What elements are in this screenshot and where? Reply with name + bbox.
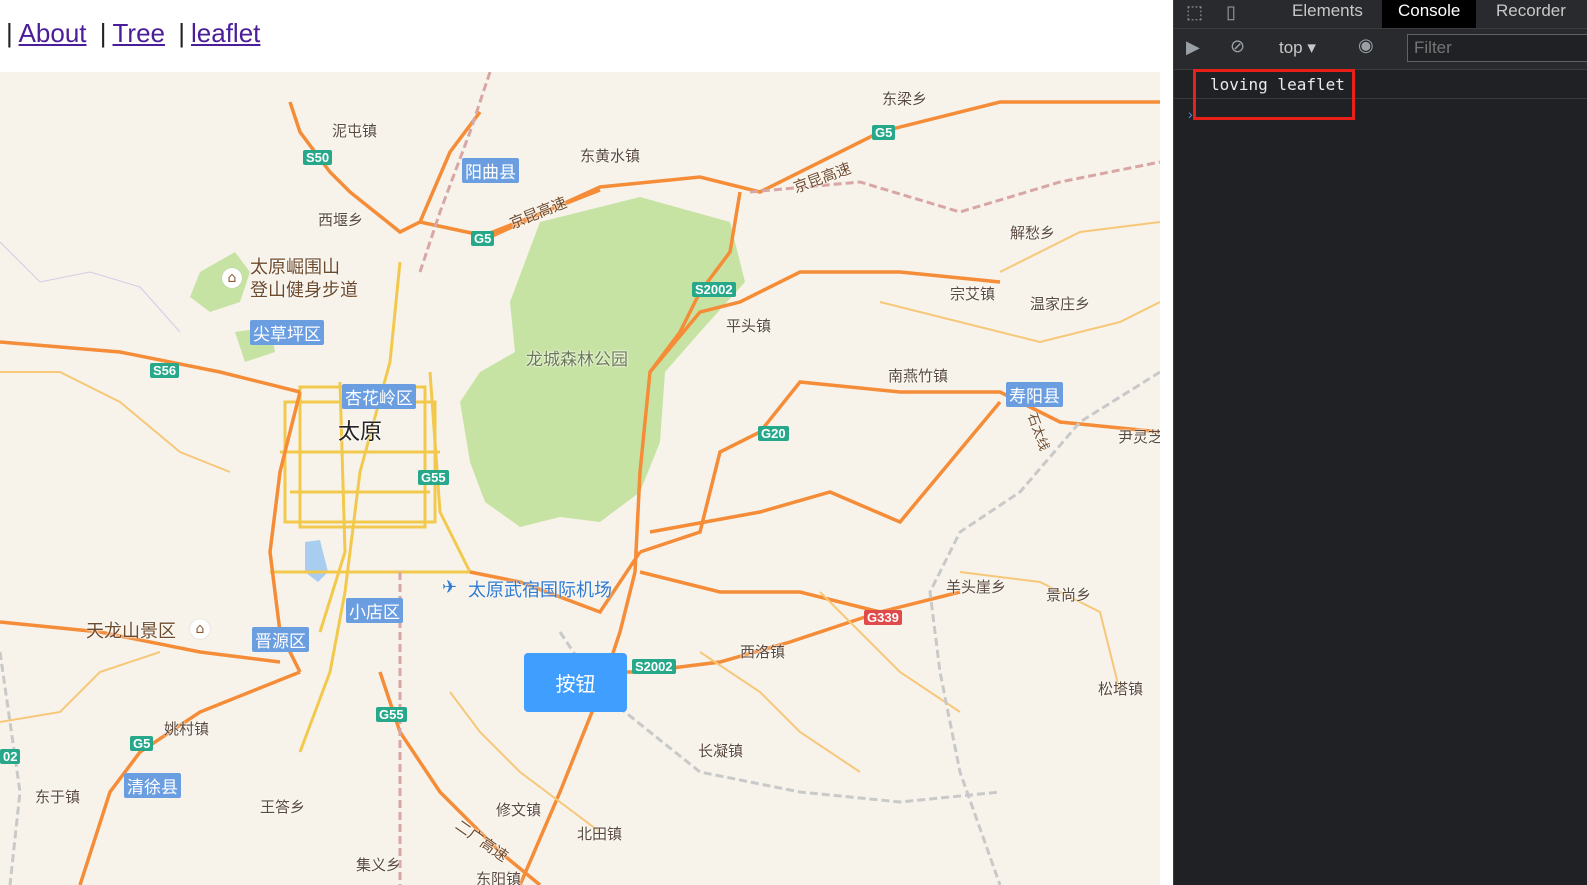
place-label: 西堰乡 [318,211,364,229]
road-shield: 02 [0,749,21,764]
place-label: 南燕竹镇 [888,367,949,385]
road-shield: G55 [376,707,407,722]
poi-label: 登山健身步道 [250,280,358,301]
nav-separator: | [178,18,186,48]
highlight-box [1193,69,1355,120]
devtools-panel: ⬚ ▯ Elements Console Recorder ▶ ⊘ top ▾ … [1173,0,1587,885]
place-label: 王答乡 [260,798,306,816]
nav-separator: | [99,18,107,48]
lodging-icon: ⌂ [190,619,210,639]
airport-label: 太原武宿国际机场 [468,580,612,601]
console-prompt-icon[interactable]: › [1188,106,1193,122]
road-shield: S2002 [632,659,676,674]
leaflet-map[interactable]: 泥屯镇 东黄水镇 东梁乡 西堰乡 解愁乡 宗艾镇 温家庄乡 平头镇 南燕竹镇 尹… [0,72,1160,885]
place-label: 西洛镇 [740,643,786,661]
district-label: 杏花岭区 [342,384,416,409]
console-toolbar: ▶ ⊘ top ▾ ◉ [1174,29,1587,70]
district-label: 清徐县 [124,773,181,798]
place-label: 温家庄乡 [1030,295,1091,313]
district-label: 尖草坪区 [250,320,324,345]
place-label: 长凝镇 [698,742,744,760]
place-label: 东梁乡 [882,90,928,108]
place-label: 泥屯镇 [332,122,378,140]
place-label: 解愁乡 [1010,224,1056,242]
road-shield: G20 [758,426,789,441]
place-label: 羊头崖乡 [946,578,1007,596]
district-label: 小店区 [346,598,403,623]
boundary [0,241,181,333]
road-shield: S50 [303,150,333,165]
map-tiles [0,72,1160,885]
nav-bar: | About | Tree | leaflet [6,18,260,49]
place-label: 宗艾镇 [950,285,996,303]
park-label: 龙城森林公园 [526,350,628,370]
road-shield: G5 [872,125,896,140]
eye-icon[interactable]: ◉ [1358,35,1374,56]
place-label: 集义乡 [356,856,402,874]
context-label: top [1279,38,1303,57]
nav-separator: | [6,18,13,48]
action-button[interactable]: 按钮 [524,653,627,712]
context-selector[interactable]: top ▾ [1279,38,1316,58]
filter-input[interactable] [1407,34,1587,62]
page: | About | Tree | leaflet 泥屯镇 东黄水镇 东梁乡 西堰… [0,0,1173,885]
place-label: 东黄水镇 [580,147,641,165]
city-label: 太原 [338,420,383,445]
nav-link-tree[interactable]: Tree [113,18,166,48]
airplane-icon: ✈ [442,577,458,598]
lake [305,540,328,582]
road-shield: G5 [471,231,495,246]
device-toolbar-icon[interactable]: ▯ [1226,2,1236,23]
road-shield: S2002 [692,282,736,297]
place-label: 东阳镇 [476,870,522,885]
lodging-icon: ⌂ [222,268,242,288]
nav-link-leaflet[interactable]: leaflet [191,18,260,48]
clear-console-icon[interactable]: ⊘ [1230,36,1245,57]
inspect-element-icon[interactable]: ⬚ [1186,2,1203,23]
tab-recorder[interactable]: Recorder [1496,0,1566,28]
tab-elements[interactable]: Elements [1292,0,1363,28]
place-label: 松塔镇 [1098,680,1144,698]
district-label: 晋源区 [252,627,309,652]
tab-console[interactable]: Console [1382,0,1477,28]
place-label: 姚村镇 [164,720,210,738]
devtools-tab-bar: ⬚ ▯ Elements Console Recorder [1174,0,1587,29]
place-label: 平头镇 [726,317,772,335]
sidebar-toggle-icon[interactable]: ▶ [1186,37,1200,58]
place-label: 北田镇 [577,825,623,843]
place-label: 东于镇 [35,788,81,806]
road-shield: G5 [130,736,154,751]
place-label: 景尚乡 [1046,586,1092,604]
district-label: 寿阳县 [1006,382,1063,407]
place-label: 修文镇 [496,801,542,819]
road-shield: G339 [864,610,902,625]
road-shield: G55 [418,470,449,485]
poi-label: 天龙山景区 [86,621,176,642]
place-label: 尹灵芝 [1118,428,1160,446]
road-shield: S56 [150,363,180,378]
nav-link-about[interactable]: About [19,18,87,48]
district-label: 阳曲县 [462,158,519,183]
